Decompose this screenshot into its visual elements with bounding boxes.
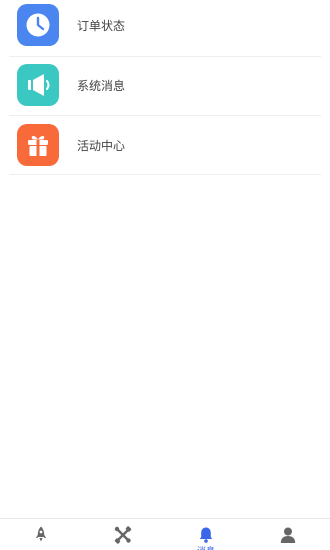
tab-tools[interactable] — [82, 519, 164, 550]
tab-home[interactable] — [0, 519, 82, 550]
gift-icon — [28, 136, 48, 156]
activity-center-item[interactable]: 活动中心 — [9, 116, 321, 175]
system-messages-item[interactable]: 系统消息 — [9, 57, 321, 116]
tab-messages[interactable]: 消息 — [165, 519, 247, 550]
system-messages-label: 系统消息 — [77, 79, 126, 93]
order-status-item[interactable]: 订单状态 — [9, 0, 321, 57]
activity-center-label: 活动中心 — [77, 139, 126, 153]
bell-icon — [196, 525, 216, 545]
user-icon — [278, 525, 298, 545]
order-status-icon-tile — [17, 4, 59, 46]
bottom-tab-bar: 消息 — [0, 518, 330, 550]
speaker-icon — [28, 74, 50, 96]
clock-icon — [26, 13, 50, 37]
system-messages-icon-tile — [17, 64, 59, 106]
rocket-icon — [31, 525, 51, 545]
tools-icon — [113, 525, 133, 545]
order-status-label: 订单状态 — [77, 19, 126, 33]
tab-profile[interactable] — [247, 519, 329, 550]
activity-center-icon-tile — [17, 124, 59, 166]
